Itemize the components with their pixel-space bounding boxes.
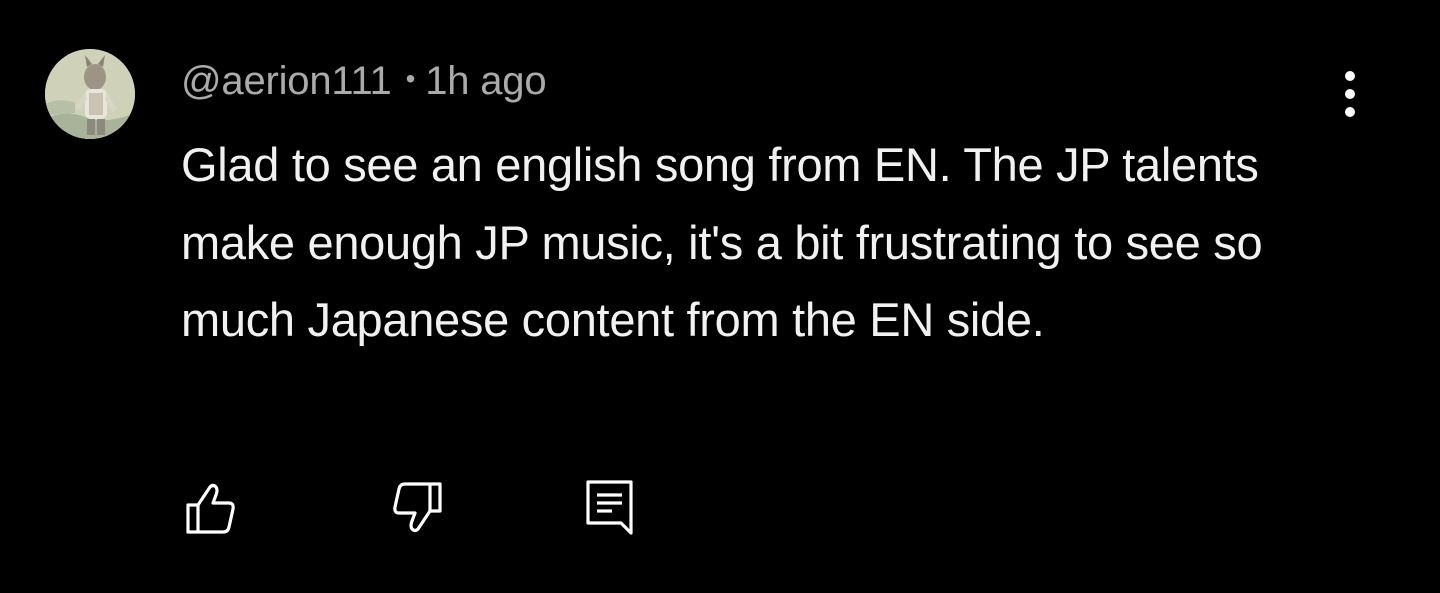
like-button[interactable] <box>180 478 240 538</box>
more-vertical-icon <box>1345 71 1355 117</box>
reply-button[interactable] <box>578 478 638 538</box>
thumbs-down-icon <box>393 482 442 533</box>
more-actions-button[interactable] <box>1325 66 1375 122</box>
comment-timestamp: 1h ago <box>425 58 547 103</box>
reply-comment-icon <box>586 480 633 535</box>
comment-meta: @aerion111 • 1h ago <box>181 58 547 104</box>
avatar[interactable] <box>45 49 135 139</box>
comment-item: @aerion111 • 1h ago Glad to see an engli… <box>0 0 1440 593</box>
thumbs-up-icon <box>186 483 235 534</box>
meta-separator: • <box>405 63 416 94</box>
dislike-button[interactable] <box>388 478 448 538</box>
author-name[interactable]: @aerion111 <box>181 59 392 104</box>
comment-text: Glad to see an english song from EN. The… <box>181 138 1263 346</box>
user-avatar-illustration-icon <box>45 49 135 139</box>
